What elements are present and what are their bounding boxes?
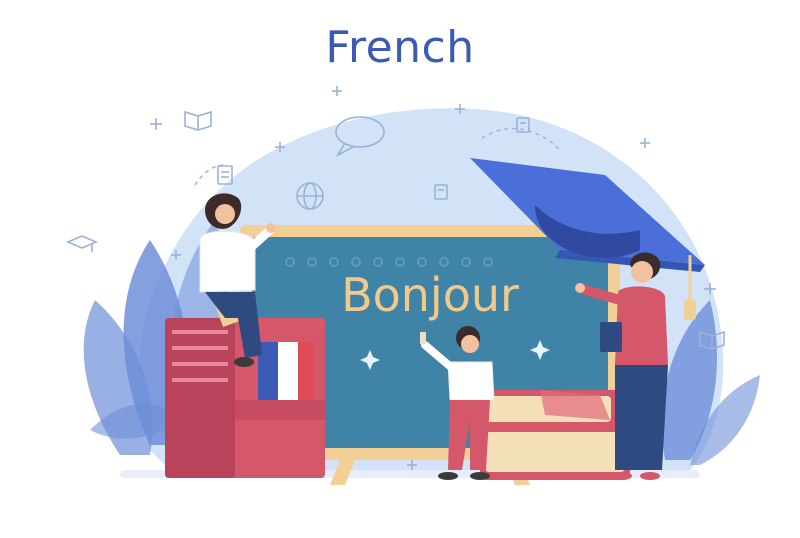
dashed-path <box>194 164 226 186</box>
book-page-lines <box>172 362 228 366</box>
girl-face <box>215 204 235 224</box>
girl-sweater <box>199 230 256 293</box>
boy-face <box>461 335 479 353</box>
boy-chalk <box>420 332 426 344</box>
french-flag <box>258 342 314 400</box>
girl-hand <box>266 223 276 233</box>
flag-red <box>298 342 314 400</box>
boy-shoe <box>438 472 458 480</box>
scene-svg <box>65 86 760 485</box>
book-page-lines <box>172 346 228 350</box>
teacher-skirt <box>615 365 668 470</box>
book-icon <box>184 110 212 131</box>
teacher-shoe <box>612 472 632 480</box>
page-title: French <box>325 22 475 73</box>
graduation-cap-icon <box>65 235 99 252</box>
teacher-hand <box>575 283 585 293</box>
teacher-clipboard <box>600 322 622 352</box>
board-greeting: Bonjour <box>341 268 519 322</box>
cap-tassel <box>684 300 696 320</box>
book-spine <box>165 318 235 478</box>
girl-shoe <box>234 357 254 367</box>
book-lower-band <box>235 400 325 420</box>
teacher-face <box>631 261 653 283</box>
illustration: French Bonjour <box>0 0 800 533</box>
boy-shoe <box>470 472 490 480</box>
flag-white <box>278 342 298 400</box>
book-page-lines <box>172 330 228 334</box>
teacher-shoe <box>640 472 660 480</box>
book-page-lines <box>172 378 228 382</box>
book-stack-right <box>480 390 630 480</box>
book-bottom-pages <box>485 432 625 472</box>
